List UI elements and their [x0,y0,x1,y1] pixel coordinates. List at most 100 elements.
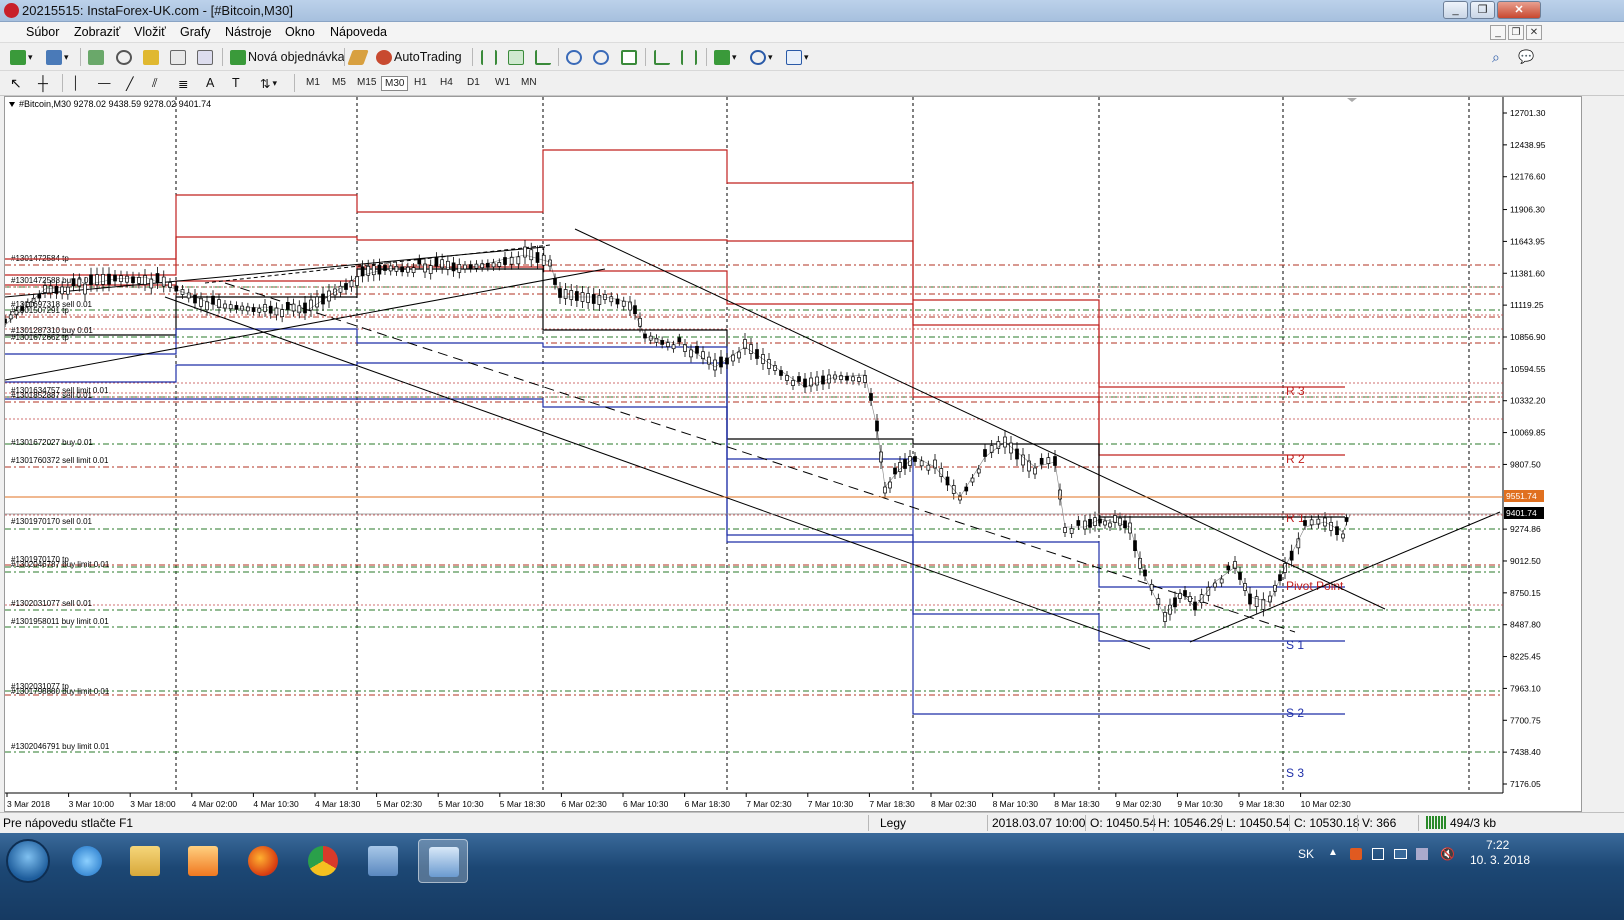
taskbar-file-explorer[interactable] [120,839,170,883]
tray-display-icon[interactable] [1394,849,1407,859]
candle-body [417,258,422,265]
time-tick-label: 5 Mar 10:30 [438,799,484,809]
text-button[interactable]: A [206,73,214,93]
taskbar-media-player[interactable] [178,839,228,883]
candle-body [491,262,496,268]
terminal-button[interactable] [170,47,186,67]
trendline-button[interactable]: ╱ [126,73,134,93]
timeframe-h1[interactable]: H1 [411,76,430,89]
menu-window[interactable]: Okno [285,25,315,39]
language-indicator[interactable]: SK [1298,847,1314,861]
new-chart-button[interactable]: ▾ [10,47,33,67]
taskbar-chrome[interactable] [298,839,348,883]
vertical-line-button[interactable]: │ [72,73,80,93]
menu-help[interactable]: Nápoveda [330,25,387,39]
mdi-minimize-button[interactable]: _ [1490,25,1506,40]
timeframe-m1[interactable]: M1 [303,76,323,89]
close-button[interactable]: ✕ [1497,1,1541,19]
chart-canvas[interactable]: 12701.30 12438.95 12176.60 11906.30 11643.95… [5,97,1583,813]
indicators-button[interactable]: ▾ [714,47,737,67]
equidistant-channel-button[interactable]: ⫽ [152,73,158,93]
zoom-in-icon [566,49,582,65]
fibonacci-button[interactable]: ≣ [178,73,188,93]
chart-shift-button[interactable] [681,47,697,67]
clock-date[interactable]: 10. 3. 2018 [1470,853,1530,867]
timeframe-h4[interactable]: H4 [437,76,456,89]
app-icon [4,3,19,18]
zoom-in-button[interactable] [566,47,582,67]
candle-body [8,314,13,320]
tray-network-icon[interactable] [1416,848,1428,860]
candle-body [186,292,191,299]
line-chart-button[interactable] [535,47,551,67]
market-watch-button[interactable] [88,47,104,67]
crosshair-button[interactable]: ┼ [38,73,48,93]
strategy-tester-button[interactable] [197,47,213,67]
menu-file[interactable]: Súbor [26,25,59,39]
periods-button[interactable]: ▾ [750,47,773,67]
menu-tools[interactable]: Nástroje [225,25,272,39]
menu-insert[interactable]: Vložiť [134,25,166,39]
price-tick-label: 11381.60 [1510,268,1545,278]
price-chart[interactable]: 12701.30 12438.95 12176.60 11906.30 11643.95… [4,96,1582,812]
candle-body [535,252,540,263]
menu-charts[interactable]: Grafy [180,25,211,39]
templates-button[interactable]: ▾ [786,47,809,67]
zoom-out-button[interactable] [593,47,609,67]
tile-windows-button[interactable] [621,47,637,67]
candle-body [689,349,693,358]
taskbar-metatrader[interactable] [418,839,468,883]
timeframe-w1[interactable]: W1 [492,76,513,89]
candlestick-button[interactable] [508,47,524,67]
candle-body [274,307,279,316]
time-tick-label: 9 Mar 10:30 [1177,799,1223,809]
time-tick-label: 7 Mar 02:30 [746,799,792,809]
candle-body [628,301,632,311]
horizontal-line-button[interactable]: — [98,73,111,93]
data-window-button[interactable] [116,47,132,67]
menu-view[interactable]: Zobraziť [74,25,120,39]
tray-app-icon[interactable] [1350,848,1362,860]
mdi-restore-button[interactable]: ❐ [1508,25,1524,40]
autoscroll-button[interactable] [654,47,670,67]
taskbar-network-app[interactable] [358,839,408,883]
candle-body [1149,583,1154,591]
timeframe-m30[interactable]: M30 [381,76,409,91]
candle-body [486,262,490,268]
taskbar-firefox[interactable] [238,839,288,883]
time-tick-label: 5 Mar 18:30 [500,799,546,809]
timeframe-mn[interactable]: MN [518,76,540,89]
bar-chart-button[interactable] [481,47,497,67]
status-bar: Pre nápovedu stlačte F1 Legy 2018.03.07 … [0,812,1624,833]
tray-flag-icon[interactable] [1372,848,1384,860]
candle-body [205,301,209,311]
taskbar-internet-explorer[interactable] [62,839,112,883]
text-label-button[interactable]: T [232,73,240,93]
search-button[interactable]: ⌕ [1492,47,1500,67]
tray-volume-icon[interactable]: 🔇 [1440,847,1455,861]
profiles-button[interactable]: ▾ [46,47,69,67]
cursor-button[interactable]: ↖ [10,73,22,93]
maximize-button[interactable]: ❐ [1470,1,1495,19]
mdi-close-button[interactable]: ✕ [1526,25,1542,40]
candle-body [609,296,614,303]
arrows-button[interactable]: ⇅ ▾ [260,73,277,93]
chat-button[interactable]: 💬 [1518,47,1534,67]
timeframe-m15[interactable]: M15 [354,76,379,89]
clock-time[interactable]: 7:22 [1486,838,1509,852]
menu-bar: Súbor Zobraziť Vložiť Grafy Nástroje Okn… [0,22,1624,43]
tray-expand-icon[interactable]: ▲ [1328,847,1338,858]
candle-body [223,303,227,309]
candle-body [394,266,399,272]
new-order-button[interactable]: Nová objednávka [230,47,345,67]
autotrading-button[interactable]: AutoTrading [376,47,462,67]
navigator-button[interactable] [143,47,159,67]
metaeditor-button[interactable] [347,47,369,67]
candle-body [101,274,105,285]
timeframe-d1[interactable]: D1 [464,76,483,89]
candle-body [411,267,416,273]
timeframe-m5[interactable]: M5 [329,76,349,89]
minimize-button[interactable]: _ [1443,1,1468,19]
time-tick-label: 6 Mar 18:30 [685,799,731,809]
start-button[interactable] [6,839,50,883]
